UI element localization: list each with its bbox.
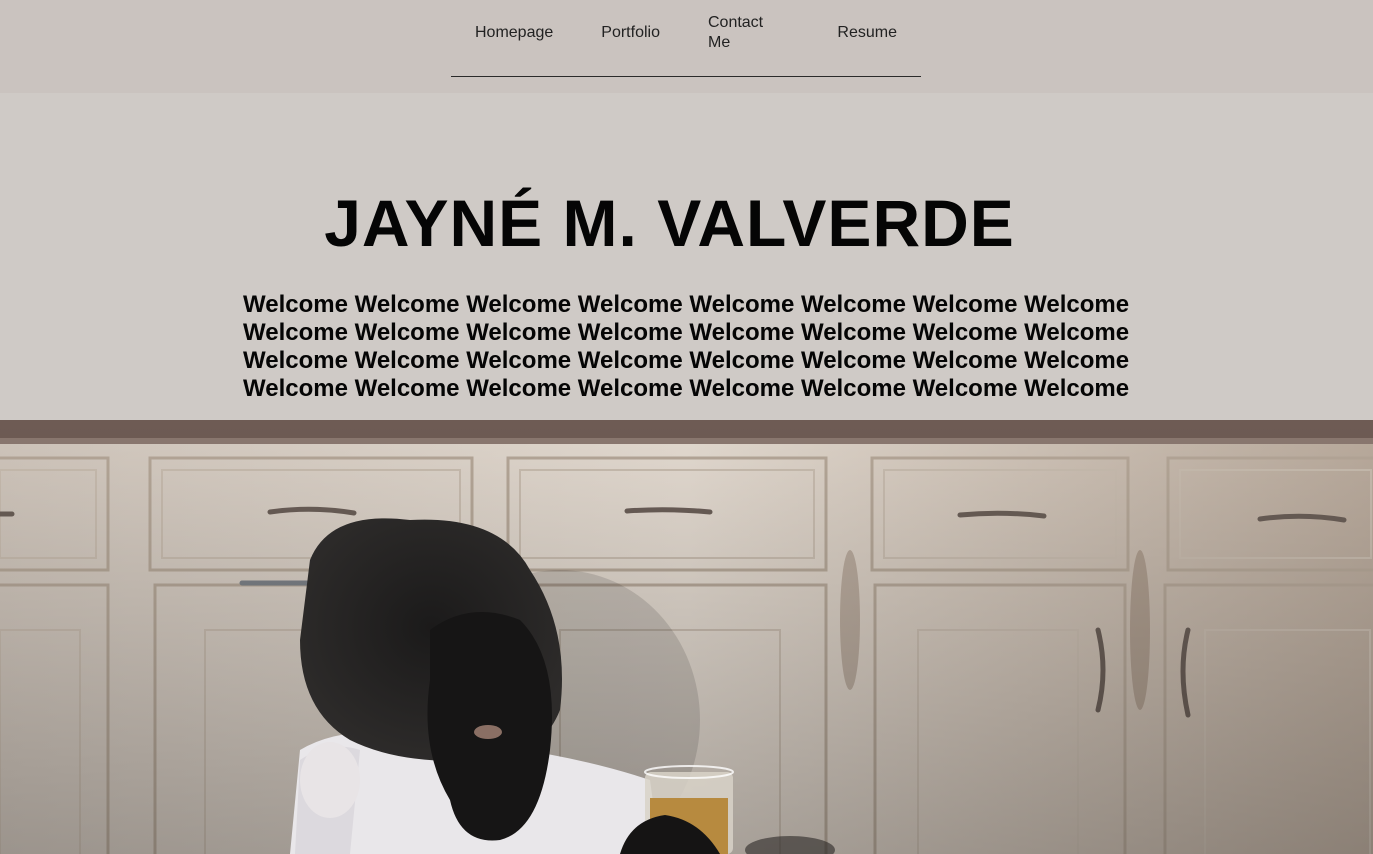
welcome-text: Welcome Welcome Welcome Welcome Welcome …	[243, 291, 1130, 402]
page-title: JAYNÉ M. VALVERDE	[324, 186, 1015, 260]
nav-link-portfolio[interactable]: Portfolio	[577, 23, 684, 43]
top-navigation-bar: Homepage Portfolio Contact Me Resume	[0, 0, 1373, 93]
kitchen-photo-illustration	[0, 420, 1373, 854]
nav-link-contact-me[interactable]: Contact Me	[684, 13, 813, 53]
main-nav: Homepage Portfolio Contact Me Resume	[451, 0, 921, 77]
hero-photo	[0, 420, 1373, 854]
nav-link-resume[interactable]: Resume	[813, 23, 921, 43]
nav-link-homepage[interactable]: Homepage	[451, 23, 577, 43]
